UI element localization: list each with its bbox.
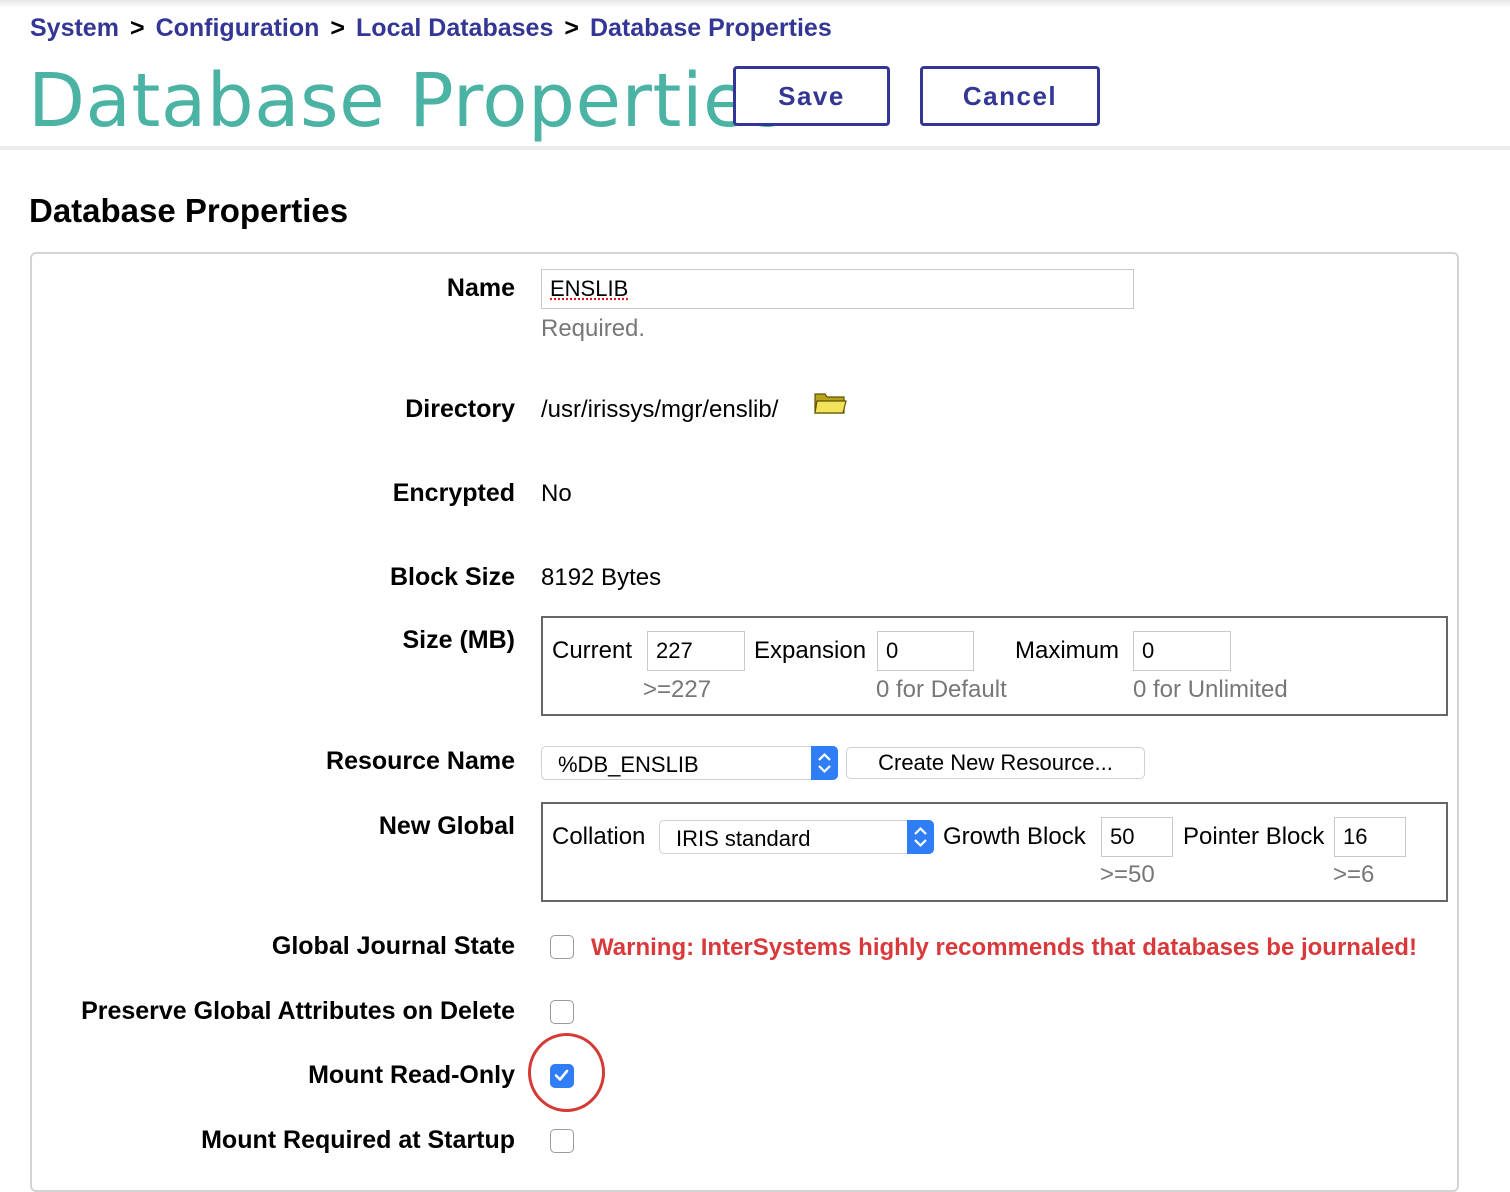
collation-select[interactable]: IRIS standard xyxy=(659,820,934,854)
breadcrumb-separator: > xyxy=(330,14,346,42)
encrypted-label: Encrypted xyxy=(392,479,515,507)
breadcrumb: System > Configuration > Local Databases > Dat… xyxy=(30,14,832,43)
block-size-label: Block Size xyxy=(389,563,515,591)
expansion-label: Expansion xyxy=(754,637,867,664)
journal-warning: Warning: InterSystems highly recommends … xyxy=(591,934,1417,961)
resource-name-label: Resource Name xyxy=(326,747,515,775)
breadcrumb-local-databases[interactable]: Local Databases xyxy=(356,14,553,42)
breadcrumb-database-properties[interactable]: Database Properties xyxy=(590,14,832,42)
growth-block-hint: >=50 xyxy=(1100,861,1155,888)
directory-label: Directory xyxy=(405,395,515,423)
preserve-attributes-checkbox[interactable] xyxy=(550,1000,574,1024)
breadcrumb-system[interactable]: System xyxy=(30,14,119,42)
pointer-block-input[interactable] xyxy=(1334,817,1406,857)
encrypted-value: No xyxy=(541,480,572,507)
top-shadow xyxy=(0,0,1510,8)
folder-icon[interactable] xyxy=(814,391,847,415)
block-size-value: 8192 Bytes xyxy=(541,564,662,591)
pointer-block-label: Pointer Block xyxy=(1183,823,1325,850)
new-global-label: New Global xyxy=(378,812,515,840)
name-required-hint: Required. xyxy=(541,315,646,342)
maximum-input[interactable] xyxy=(1133,631,1231,671)
breadcrumb-configuration[interactable]: Configuration xyxy=(156,14,320,42)
pointer-block-hint: >=6 xyxy=(1333,861,1375,888)
maximum-hint: 0 for Unlimited xyxy=(1133,676,1288,703)
create-new-resource-button[interactable]: Create New Resource... xyxy=(846,747,1145,779)
save-button[interactable]: Save xyxy=(733,66,890,126)
expansion-input[interactable] xyxy=(877,631,974,671)
select-arrows-icon xyxy=(907,820,934,854)
size-label: Size (MB) xyxy=(402,626,516,654)
mount-read-only-label: Mount Read-Only xyxy=(308,1061,515,1089)
select-arrows-icon xyxy=(811,746,838,780)
properties-panel xyxy=(30,252,1459,1192)
resource-name-select[interactable]: %DB_ENSLIB xyxy=(541,746,838,780)
current-size-hint: >=227 xyxy=(643,676,712,703)
section-title: Database Properties xyxy=(29,192,349,229)
journal-state-checkbox[interactable] xyxy=(550,935,574,959)
preserve-attributes-label: Preserve Global Attributes on Delete xyxy=(81,997,515,1025)
mount-required-startup-label: Mount Required at Startup xyxy=(201,1126,515,1154)
collation-label: Collation xyxy=(552,823,646,850)
directory-value: /usr/irissys/mgr/enslib/ xyxy=(541,396,779,423)
breadcrumb-separator: > xyxy=(129,14,145,42)
checkmark-icon xyxy=(554,1069,569,1081)
mount-read-only-checkbox[interactable] xyxy=(550,1064,574,1088)
resource-name-selected: %DB_ENSLIB xyxy=(558,752,699,777)
page-title: Database Properties xyxy=(28,58,789,144)
name-label: Name xyxy=(446,274,515,302)
expansion-hint: 0 for Default xyxy=(876,676,1007,703)
mount-required-startup-checkbox[interactable] xyxy=(550,1129,574,1153)
cancel-button[interactable]: Cancel xyxy=(920,66,1100,126)
growth-block-label: Growth Block xyxy=(943,823,1086,850)
current-size-label: Current xyxy=(552,637,633,664)
header-divider xyxy=(0,146,1510,150)
name-input[interactable] xyxy=(541,269,1134,309)
breadcrumb-separator: > xyxy=(564,14,579,42)
journal-state-label: Global Journal State xyxy=(271,932,515,960)
current-size-input[interactable] xyxy=(647,631,745,671)
maximum-label: Maximum xyxy=(1015,637,1120,664)
growth-block-input[interactable] xyxy=(1101,817,1173,857)
collation-selected: IRIS standard xyxy=(676,826,811,851)
